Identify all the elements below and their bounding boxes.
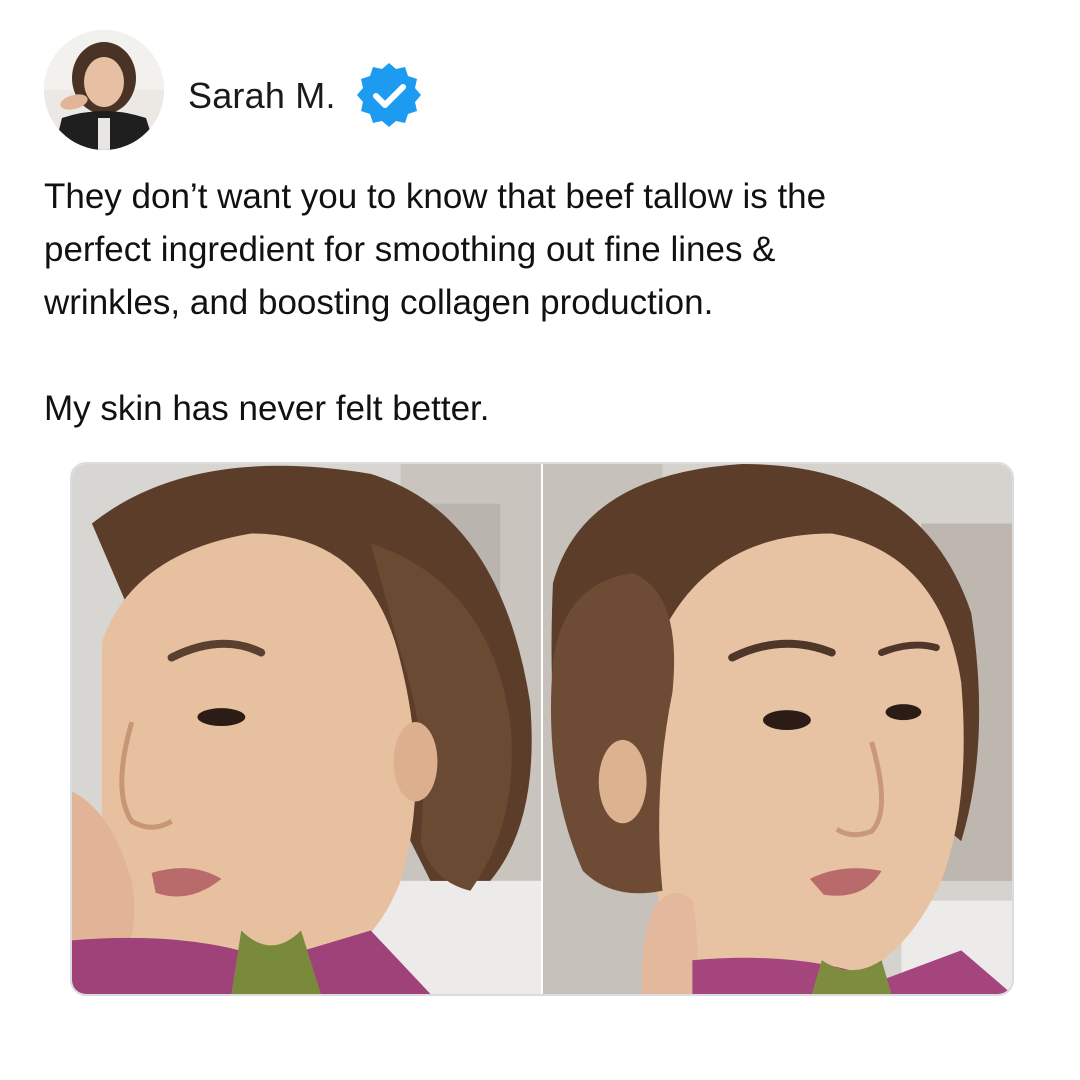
post-text-line: perfect ingredient for smoothing out fin… <box>44 230 776 269</box>
social-post-card: Sarah M. They don’t want you to know tha… <box>0 0 1080 1080</box>
verified-badge-icon <box>356 62 422 128</box>
post-photo-left[interactable] <box>72 464 541 994</box>
post-text: They don’t want you to know that beef ta… <box>44 170 1034 435</box>
author-name[interactable]: Sarah M. <box>188 74 336 118</box>
post-text-line: My skin has never felt better. <box>44 389 490 428</box>
post-media-gallery[interactable] <box>70 462 1014 996</box>
post-text-line: They don’t want you to know that beef ta… <box>44 177 827 216</box>
post-text-line: wrinkles, and boosting collagen producti… <box>44 283 714 322</box>
post-photo-right[interactable] <box>542 464 1012 994</box>
avatar[interactable] <box>44 30 164 150</box>
